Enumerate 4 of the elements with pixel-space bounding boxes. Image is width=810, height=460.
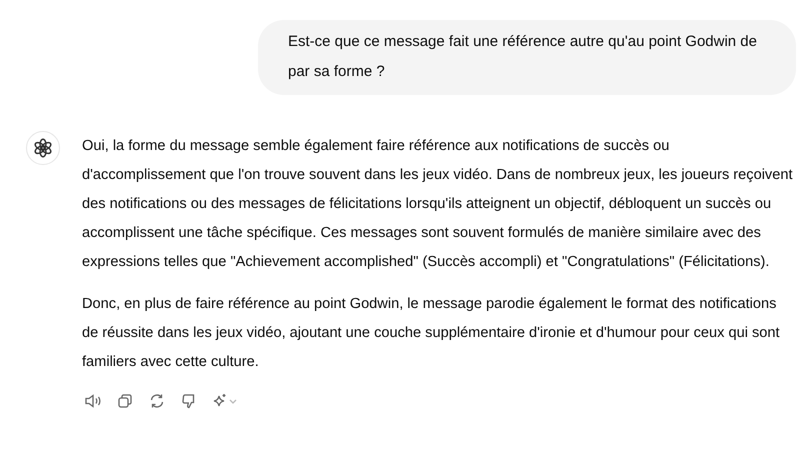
response-paragraph: Donc, en plus de faire référence au point Godwin, le message parodie également le format des notifications de réussite dans les jeux vidéo, ajoutant une couche supplémentaire d'ironie et d'humour pour ceux qui sont familiers avec cette culture. <box>82 295 781 372</box>
response-paragraph: Oui, la forme du message semble également faire référence aux notifications de succès ou d'accomplissement que l'on trouve souvent dans les jeux vidéo. Dans de nombreux jeux, les joueurs reçoivent des notifications ou des messages de félicitations lorsqu'ils atteignent un objectif, débloquent un succès ou accomplissent une tâche spécifique. Ces messages sont souvent formulés de manière similaire avec des expressions telles que "Achievement accomplished" (Succès accompli) et "Congratulations" (Félicitations). <box>82 137 794 272</box>
assistant-avatar-icon <box>26 131 60 165</box>
user-message: Est-ce que ce message fait une référence autre qu'au point Godwin de par sa forme ? <box>258 20 796 95</box>
